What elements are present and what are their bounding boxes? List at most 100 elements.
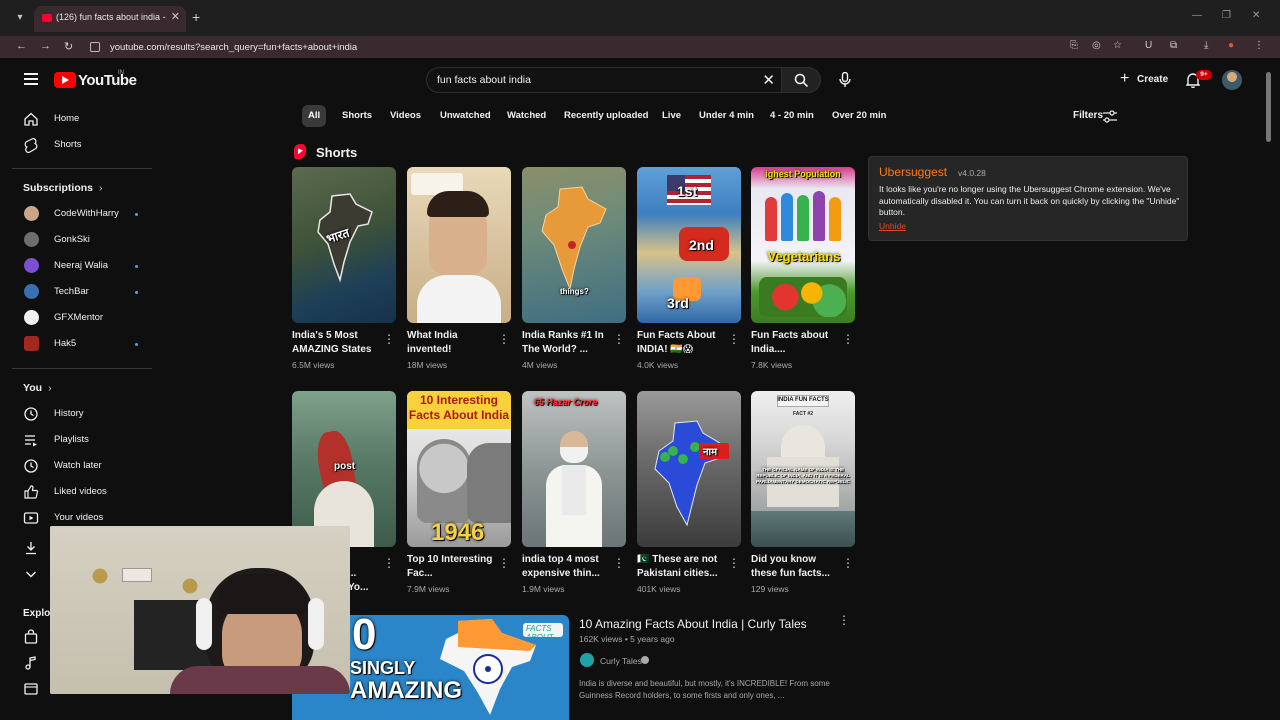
forward-icon[interactable]: → bbox=[40, 40, 51, 52]
short-thumbnail[interactable]: things? bbox=[522, 167, 626, 323]
chip-unwatched[interactable]: Unwatched bbox=[434, 105, 497, 127]
short-title[interactable]: india top 4 most expensive thin... bbox=[522, 553, 612, 581]
scrollbar-thumb[interactable] bbox=[1266, 72, 1271, 142]
site-info-icon[interactable] bbox=[90, 42, 100, 52]
short-title[interactable]: What India invented! bbox=[407, 329, 497, 357]
more-options-icon[interactable]: ⋮ bbox=[383, 333, 395, 345]
sidebar-subscription-item[interactable]: GFXMentor bbox=[14, 305, 154, 331]
chip-watched[interactable]: Watched bbox=[501, 105, 552, 127]
new-tab-icon[interactable]: + bbox=[192, 9, 200, 25]
install-icon[interactable]: ⎘ bbox=[1070, 40, 1078, 51]
thumbnail-text: 3rd bbox=[667, 295, 689, 311]
chip-4-20-min[interactable]: 4 - 20 min bbox=[764, 105, 820, 127]
more-options-icon[interactable]: ⋮ bbox=[728, 333, 740, 345]
short-title[interactable]: India's 5 Most AMAZING States bbox=[292, 329, 382, 357]
short-thumbnail[interactable]: नाम bbox=[637, 391, 741, 547]
search-button[interactable] bbox=[781, 67, 821, 93]
close-window-icon[interactable]: ✕ bbox=[1252, 10, 1260, 21]
more-options-icon[interactable]: ⋮ bbox=[383, 557, 395, 569]
tab-search-icon[interactable]: ▾ bbox=[10, 9, 30, 27]
short-title[interactable]: Fun Facts about India.... bbox=[751, 329, 841, 357]
short-title[interactable]: Fun Facts About INDIA! 🇮🇳😱 bbox=[637, 329, 727, 357]
sidebar-item-label: Watch later bbox=[54, 460, 102, 471]
more-options-icon[interactable]: ⋮ bbox=[842, 557, 854, 569]
create-button[interactable]: + Create bbox=[1114, 68, 1176, 92]
menu-icon[interactable] bbox=[24, 73, 38, 85]
short-title[interactable]: ... Yo... bbox=[348, 567, 372, 595]
short-thumbnail[interactable]: post bbox=[292, 391, 396, 547]
youtube-logo-icon[interactable] bbox=[54, 72, 76, 88]
subscriptions-heading[interactable]: Subscriptions › bbox=[23, 182, 103, 194]
filters-button[interactable]: Filters bbox=[1073, 110, 1103, 121]
more-options-icon[interactable]: ⋮ bbox=[498, 557, 510, 569]
short-title[interactable]: Top 10 Interesting Fac... bbox=[407, 553, 497, 581]
chip-recently-uploaded[interactable]: Recently uploaded bbox=[558, 105, 654, 127]
chip-live[interactable]: Live bbox=[656, 105, 687, 127]
unhide-link[interactable]: Unhide bbox=[879, 221, 906, 231]
more-options-icon[interactable]: ⋮ bbox=[842, 333, 854, 345]
maximize-icon[interactable]: ❐ bbox=[1222, 10, 1231, 21]
short-thumbnail[interactable]: 65 Hazar Crore bbox=[522, 391, 626, 547]
sidebar-item-playlists[interactable]: Playlists bbox=[14, 427, 154, 453]
video-title[interactable]: 10 Amazing Facts About India | Curly Tal… bbox=[579, 617, 807, 631]
thumbnail-badge-text: FACTS ABOUT bbox=[526, 624, 554, 642]
liked-icon bbox=[24, 485, 39, 499]
more-options-icon[interactable]: ⋮ bbox=[728, 557, 740, 569]
short-thumbnail[interactable]: INDIA FUN FACTS FACT #2 THE OFFICIAL NAM… bbox=[751, 391, 855, 547]
new-content-dot bbox=[135, 291, 138, 294]
short-title[interactable]: India Ranks #1 In The World? ... bbox=[522, 329, 612, 357]
sidebar-subscription-item[interactable]: TechBar bbox=[14, 279, 154, 305]
channel-avatar[interactable] bbox=[580, 653, 594, 667]
eye-off-icon[interactable]: ◎ bbox=[1092, 40, 1101, 51]
you-heading[interactable]: You › bbox=[23, 382, 52, 394]
short-thumbnail[interactable]: ighest Population Vegetarians bbox=[751, 167, 855, 323]
more-options-icon[interactable]: ⋮ bbox=[613, 333, 625, 345]
ubersuggest-extension-icon[interactable]: U bbox=[1145, 40, 1152, 51]
youtube-wordmark[interactable]: YouTube bbox=[78, 72, 137, 89]
minimize-icon[interactable]: — bbox=[1192, 10, 1202, 21]
download-icon[interactable]: ⤓ bbox=[1204, 40, 1208, 51]
browser-tab[interactable]: (126) fun facts about india - YouTube ✕ bbox=[34, 6, 186, 32]
short-thumbnail[interactable]: 10 Interesting Facts About India 1946 bbox=[407, 391, 511, 547]
sidebar-subscription-item[interactable]: Neeraj Walia bbox=[14, 253, 154, 279]
chip-over-20-min[interactable]: Over 20 min bbox=[826, 105, 892, 127]
back-icon[interactable]: ← bbox=[16, 40, 27, 52]
sidebar-item-liked-videos[interactable]: Liked videos bbox=[14, 479, 154, 505]
sidebar-item-shorts[interactable]: Shorts bbox=[14, 132, 154, 158]
reload-icon[interactable]: ↻ bbox=[64, 40, 73, 53]
thumbnail-text: 10 Interesting Facts About India bbox=[408, 393, 510, 422]
sidebar-item-watch-later[interactable]: Watch later bbox=[14, 453, 154, 479]
short-title[interactable]: 🇵🇰 These are not Pakistani cities... bbox=[637, 553, 727, 581]
browser-menu-icon[interactable]: ⋮ bbox=[1254, 40, 1264, 51]
search-input[interactable]: fun facts about india ✕ bbox=[426, 67, 782, 93]
short-thumbnail[interactable]: India.go.in bbox=[407, 167, 511, 323]
short-thumbnail[interactable]: भारत bbox=[292, 167, 396, 323]
chip-under-4-min[interactable]: Under 4 min bbox=[693, 105, 760, 127]
account-avatar[interactable] bbox=[1222, 70, 1242, 90]
more-options-icon[interactable]: ⋮ bbox=[613, 557, 625, 569]
clear-search-icon[interactable]: ✕ bbox=[762, 71, 775, 89]
sidebar-item-home[interactable]: Home bbox=[14, 106, 154, 132]
more-options-icon[interactable]: ⋮ bbox=[498, 333, 510, 345]
profile-icon[interactable]: ● bbox=[1228, 40, 1234, 51]
voice-search-button[interactable] bbox=[832, 67, 858, 93]
sidebar-item-history[interactable]: History bbox=[14, 401, 154, 427]
tab-close-icon[interactable]: ✕ bbox=[171, 10, 180, 23]
scrollbar[interactable] bbox=[1264, 58, 1280, 720]
more-options-icon[interactable]: ⋮ bbox=[838, 614, 850, 626]
sidebar-subscription-item[interactable]: GonkSki bbox=[14, 227, 154, 253]
sidebar-subscription-item[interactable]: CodeWithHarry bbox=[14, 201, 154, 227]
filters-sliders-icon[interactable] bbox=[1102, 110, 1118, 124]
chip-videos[interactable]: Videos bbox=[384, 105, 427, 127]
chip-all[interactable]: All bbox=[302, 105, 327, 127]
channel-avatar bbox=[24, 336, 39, 351]
url-bar[interactable]: youtube.com/results?search_query=fun+fac… bbox=[86, 38, 1066, 56]
channel-name[interactable]: Curly Tales bbox=[600, 656, 642, 666]
bookmark-star-icon[interactable]: ☆ bbox=[1113, 40, 1122, 51]
short-title[interactable]: Did you know these fun facts... bbox=[751, 553, 841, 581]
channel-name: Neeraj Walia bbox=[54, 260, 109, 271]
chip-shorts[interactable]: Shorts bbox=[336, 105, 378, 127]
short-thumbnail[interactable]: 1st 2nd 3rd bbox=[637, 167, 741, 323]
extensions-icon[interactable]: ⧉ bbox=[1170, 40, 1177, 51]
sidebar-subscription-item[interactable]: Hak5 bbox=[14, 331, 154, 357]
